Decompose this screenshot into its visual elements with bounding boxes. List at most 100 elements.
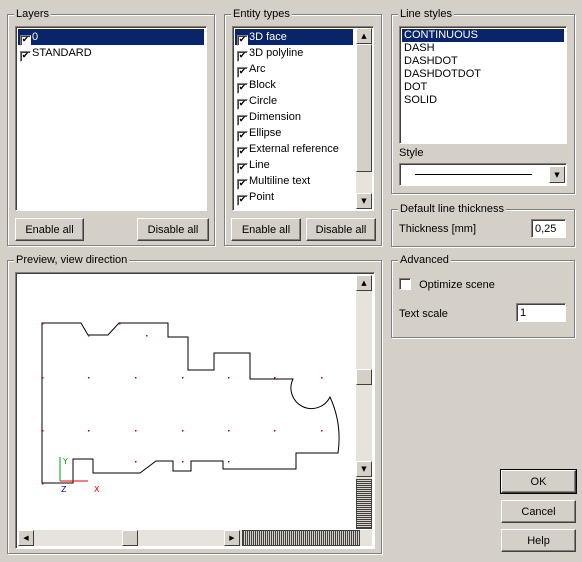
- style-dropdown[interactable]: ▼: [399, 163, 567, 186]
- preview-vscroll-thumb[interactable]: [356, 369, 372, 385]
- thickness-group-label: Default line thickness: [398, 203, 506, 215]
- point-marker: [119, 323, 121, 325]
- point-marker: [228, 461, 230, 463]
- scroll-up-arrow-icon[interactable]: ▲: [356, 28, 372, 44]
- scroll-left-arrow-icon[interactable]: ◀: [18, 530, 34, 546]
- line-styles-group: Line styles CONTINUOUS DASH DASHDOT DASHDOT…: [391, 8, 575, 194]
- entity-type-item-label: 3D polyline: [249, 47, 304, 59]
- scroll-down-arrow-icon[interactable]: ▼: [356, 461, 372, 477]
- layers-group: Layers ✔ 0 ✔ STANDARD Enable all Disable al…: [7, 8, 215, 246]
- point-marker: [135, 377, 137, 379]
- point-marker: [135, 430, 137, 432]
- entity-type-item[interactable]: ✔ Ellipse: [235, 125, 353, 142]
- entity-type-item-label: 3D face: [249, 31, 287, 43]
- checkbox-icon[interactable]: ✔: [237, 195, 248, 206]
- layer-item[interactable]: ✔ 0: [18, 29, 204, 46]
- point-marker: [42, 430, 44, 432]
- preview-group-label: Preview, view direction: [14, 254, 130, 266]
- layers-disable-all-button[interactable]: Disable all: [137, 218, 209, 241]
- entity-type-item[interactable]: ✔ Block: [235, 77, 353, 94]
- preview-viewport[interactable]: Y Z X ▲ ▼ ◀ ▶: [15, 272, 375, 549]
- entity-type-item[interactable]: ✔ Arc: [235, 61, 353, 78]
- point-marker: [228, 430, 230, 432]
- help-button[interactable]: Help: [501, 529, 576, 552]
- optimize-scene-label: Optimize scene: [419, 279, 495, 291]
- chevron-down-icon[interactable]: ▼: [549, 166, 565, 183]
- layer-item-label: 0: [32, 31, 39, 43]
- entity-type-item[interactable]: ✔ 3D face: [235, 29, 353, 46]
- point-marker: [88, 377, 90, 379]
- point-marker: [274, 430, 276, 432]
- floorplan-outline: [41, 322, 340, 484]
- entity-type-item-label: Arc: [249, 63, 266, 75]
- point-marker: [321, 430, 323, 432]
- text-scale-label: Text scale: [399, 308, 448, 320]
- cancel-button[interactable]: Cancel: [501, 500, 576, 523]
- zoom-vertical-grip[interactable]: [356, 479, 372, 529]
- layers-list[interactable]: ✔ 0 ✔ STANDARD: [15, 26, 207, 211]
- line-style-item[interactable]: DOT: [402, 81, 564, 94]
- layer-item[interactable]: ✔ STANDARD: [18, 45, 204, 62]
- preview-vertical-scrollbar[interactable]: ▲ ▼: [356, 275, 372, 529]
- optimize-scene-checkbox[interactable]: Optimize scene: [399, 278, 495, 291]
- style-preview-line: [415, 174, 532, 175]
- entity-types-group-label: Entity types: [231, 8, 292, 20]
- line-style-item[interactable]: SOLID: [402, 94, 564, 107]
- point-marker: [182, 430, 184, 432]
- line-style-item[interactable]: DASHDOT: [402, 55, 564, 68]
- zoom-horizontal-grip[interactable]: [242, 530, 360, 546]
- point-marker: [88, 335, 90, 337]
- entity-type-item-label: Circle: [249, 95, 278, 107]
- axis-z-label: Z: [61, 485, 67, 494]
- preview-hscroll-thumb[interactable]: [122, 530, 138, 546]
- line-styles-group-label: Line styles: [398, 8, 454, 20]
- style-label: Style: [399, 147, 424, 159]
- entity-type-item[interactable]: ✔ Multiline text: [235, 173, 353, 190]
- entity-type-item-label: Block: [249, 79, 276, 91]
- thickness-label: Thickness [mm]: [399, 223, 477, 235]
- advanced-group-label: Advanced: [398, 254, 451, 266]
- entity-type-item[interactable]: ✔ Point: [235, 189, 353, 206]
- entity-type-item[interactable]: ✔ 3D polyline: [235, 45, 353, 62]
- entity-enable-all-button[interactable]: Enable all: [231, 218, 301, 241]
- scroll-down-arrow-icon[interactable]: ▼: [356, 193, 372, 209]
- text-scale-input[interactable]: [516, 303, 566, 322]
- preview-horizontal-scrollbar[interactable]: ◀ ▶: [18, 530, 372, 546]
- entity-type-item[interactable]: ✔ Line: [235, 157, 353, 174]
- point-marker: [42, 323, 44, 325]
- ok-button[interactable]: OK: [500, 469, 577, 494]
- line-styles-list[interactable]: CONTINUOUS DASH DASHDOT DASHDOTDOT DOT SOLID: [399, 26, 567, 144]
- point-marker: [182, 377, 184, 379]
- scroll-right-arrow-icon[interactable]: ▶: [224, 530, 240, 546]
- entity-type-item-label: Point: [249, 191, 275, 203]
- entity-type-item-label: Ellipse: [249, 127, 282, 139]
- checkbox-icon[interactable]: [399, 278, 411, 290]
- line-style-item[interactable]: CONTINUOUS: [402, 29, 564, 42]
- entity-types-group: Entity types ✔ 3D face ✔ 3D polyline ✔ Arc ✔ Bl…: [224, 8, 382, 246]
- preview-group: Preview, view direction Y Z X ▲ ▼ ◀ ▶: [7, 254, 382, 554]
- entity-list-scrollbar[interactable]: ▲ ▼: [356, 28, 372, 209]
- layers-enable-all-button[interactable]: Enable all: [15, 218, 84, 241]
- point-marker: [274, 377, 276, 379]
- scroll-up-arrow-icon[interactable]: ▲: [356, 275, 372, 291]
- entity-type-item[interactable]: ✔ Dimension: [235, 109, 353, 126]
- advanced-group: Advanced Optimize scene Text scale: [391, 254, 575, 338]
- entity-type-item-label: External reference: [249, 143, 339, 155]
- entity-type-item[interactable]: ✔ External reference: [235, 141, 353, 158]
- line-style-item[interactable]: DASH: [402, 42, 564, 55]
- line-style-item[interactable]: DASHDOTDOT: [402, 68, 564, 81]
- entity-type-item-label: Line: [249, 159, 270, 171]
- point-marker: [182, 461, 184, 463]
- entity-types-list[interactable]: ✔ 3D face ✔ 3D polyline ✔ Arc ✔ Block ✔ Circle ✔ Di…: [232, 26, 374, 211]
- point-marker: [321, 377, 323, 379]
- entity-type-item-label: Dimension: [249, 111, 301, 123]
- axis-y-label: Y: [62, 457, 68, 466]
- entity-scroll-thumb[interactable]: [356, 44, 372, 172]
- point-marker: [135, 461, 137, 463]
- checkbox-icon[interactable]: ✔: [20, 51, 31, 62]
- point-marker: [42, 483, 44, 485]
- thickness-input[interactable]: [531, 219, 566, 238]
- entity-type-item[interactable]: ✔ Circle: [235, 93, 353, 110]
- entity-disable-all-button[interactable]: Disable all: [306, 218, 376, 241]
- point-marker: [42, 377, 44, 379]
